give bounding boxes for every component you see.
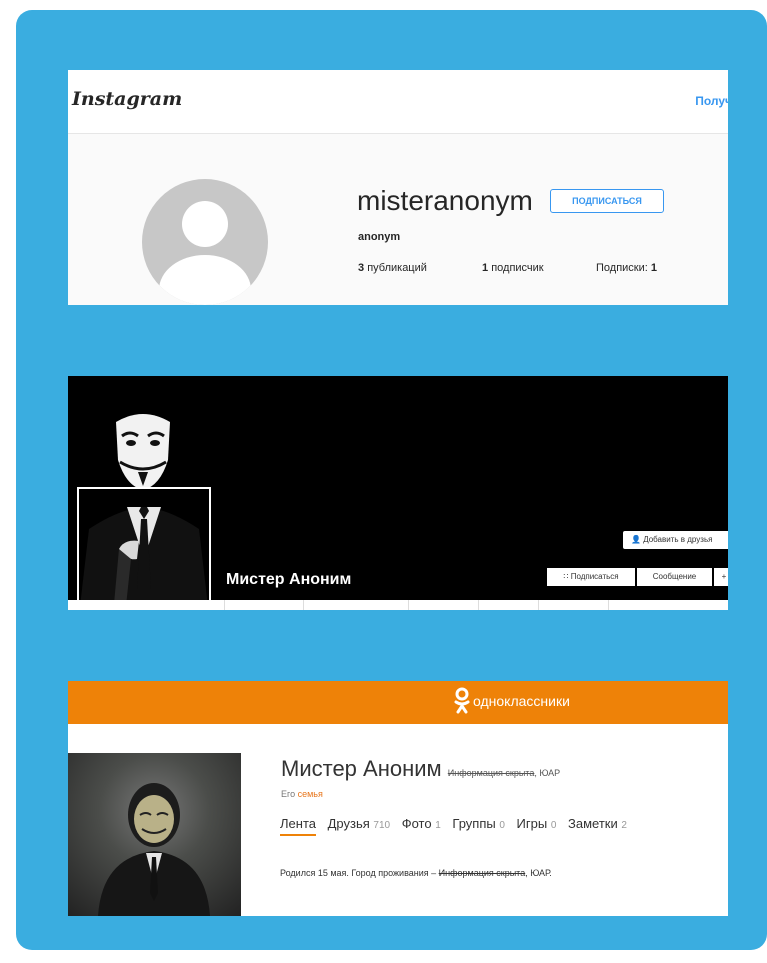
ok-nav-label: Игры <box>516 816 548 831</box>
subnav-divider <box>224 600 225 610</box>
ok-header: одноклассники <box>68 681 728 724</box>
ok-family-line: Его семья <box>281 789 323 799</box>
ok-born-hidden: Информация скрыта <box>438 868 526 878</box>
ok-nav-count: 2 <box>621 820 627 831</box>
ok-nav-label: Лента <box>280 816 316 831</box>
posts-count: 3 <box>358 262 365 274</box>
following-label: Подписки: <box>596 262 648 274</box>
ok-nav-notes[interactable]: Заметки 2 <box>568 816 627 831</box>
ok-nav-label: Фото <box>401 816 432 831</box>
ok-born-country: , ЮАР. <box>525 868 552 878</box>
ok-logo-icon[interactable] <box>454 687 470 715</box>
following-stat[interactable]: Подписки: 1 <box>596 262 657 274</box>
followers-stat[interactable]: 1 подписчик <box>482 262 544 274</box>
ok-profile-screenshot: одноклассники Мистер Аноним Информация с… <box>68 681 728 916</box>
profile-photo[interactable] <box>77 487 211 610</box>
avatar-body-shape <box>159 255 251 305</box>
ok-name-text: Мистер Аноним <box>281 756 442 781</box>
suit-figure-icon <box>79 507 209 610</box>
ok-brand-name[interactable]: одноклассники <box>473 693 570 709</box>
followers-label: подписчик <box>491 262 544 274</box>
subnav-divider <box>608 600 609 610</box>
vk-profile-screenshot: Мистер Аноним 👤 Добавить в друзья ∷ Подп… <box>68 376 728 610</box>
following-count: 1 <box>650 262 658 274</box>
ok-nav-label: Заметки <box>568 816 618 831</box>
ok-nav-photos[interactable]: Фото 1 <box>402 816 441 831</box>
posts-stat[interactable]: 3 публикаций <box>358 262 427 274</box>
default-avatar <box>142 179 268 305</box>
followers-count: 1 <box>482 262 489 274</box>
ok-nav-label: Группы <box>452 816 496 831</box>
posts-label: публикаций <box>367 262 427 274</box>
anonymous-mask-icon <box>116 414 170 490</box>
rss-icon: ∷ <box>563 572 569 581</box>
subscribe-label: Подписаться <box>570 572 619 581</box>
subscribe-button[interactable]: ∷ Подписаться <box>547 568 635 586</box>
ok-location-hidden: Информация скрыта <box>447 768 535 778</box>
subnav-divider <box>538 600 539 610</box>
instagram-logo[interactable]: Instagram <box>72 88 182 110</box>
profile-fullname: anonym <box>358 231 401 243</box>
ok-profile-photo[interactable] <box>68 753 241 916</box>
ok-nav-feed[interactable]: Лента <box>280 816 316 836</box>
ok-family-prefix: Его <box>281 789 296 799</box>
ok-nav-count: 0 <box>550 820 557 831</box>
ok-born-text: Родился 15 мая. Город проживания – <box>280 868 437 878</box>
vk-subnav-strip <box>68 600 728 610</box>
ok-nav-count: 710 <box>373 820 391 831</box>
add-friend-button[interactable]: 👤 Добавить в друзья <box>623 531 728 549</box>
masked-man-icon <box>98 783 210 916</box>
subnav-divider <box>303 600 304 610</box>
more-button[interactable]: + <box>714 568 728 586</box>
add-friend-label: Добавить в друзья <box>643 535 713 544</box>
instagram-header: Instagram Получ <box>68 70 728 134</box>
add-friend-icon: 👤 <box>631 535 641 544</box>
ok-nav-count: 0 <box>499 820 505 831</box>
ok-nav-count: 1 <box>435 820 441 831</box>
ok-profile-nav: Лента Друзья 710 Фото 1 Группы 0 Игры 0 … <box>280 816 635 836</box>
ok-nav-games[interactable]: Игры 0 <box>517 816 557 831</box>
avatar-head-shape <box>182 201 228 247</box>
ok-location: Информация скрыта, ЮАР <box>448 768 560 778</box>
ok-nav-groups[interactable]: Группы 0 <box>452 816 505 831</box>
instagram-profile-screenshot: Instagram Получ misteranonym ПОДПИСАТЬСЯ… <box>68 70 728 305</box>
ok-nav-label: Друзья <box>327 816 370 831</box>
ok-nav-friends[interactable]: Друзья 710 <box>328 816 390 831</box>
vk-profile-name: Мистер Аноним <box>226 571 352 588</box>
instagram-get-app-link[interactable]: Получ <box>695 94 728 108</box>
profile-username: misteranonym <box>357 185 533 216</box>
subnav-divider <box>478 600 479 610</box>
message-button[interactable]: Сообщение <box>637 568 712 586</box>
ok-profile-name: Мистер Аноним Информация скрыта, ЮАР <box>281 756 560 782</box>
follow-button[interactable]: ПОДПИСАТЬСЯ <box>550 189 664 213</box>
ok-location-country: , ЮАР <box>534 768 561 778</box>
ok-about-line: Родился 15 мая. Город проживания – Инфор… <box>280 868 552 878</box>
ok-family-link[interactable]: семья <box>298 789 323 799</box>
subnav-divider <box>408 600 409 610</box>
